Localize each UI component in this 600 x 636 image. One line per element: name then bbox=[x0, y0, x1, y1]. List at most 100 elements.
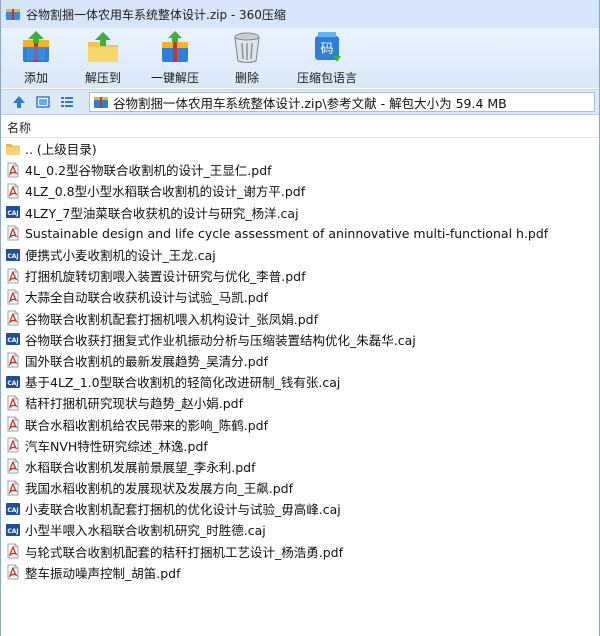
add-archive-icon bbox=[23, 31, 49, 62]
file-name: 大蒜全自动联合收获机设计与试验_马凯.pdf bbox=[25, 290, 268, 306]
file-name: 4LZ_0.8型小型水稻联合收割机的设计_谢方平.pdf bbox=[25, 184, 306, 200]
pdf-file-icon bbox=[7, 416, 19, 432]
extract-to-icon bbox=[88, 32, 118, 62]
file-name: 小麦联合收割机配套打捆机的优化设计与试验_毋高峰.caj bbox=[25, 502, 341, 518]
toolbar: 添加 解压到 一键解压 删除 码 压缩包语言 bbox=[1, 28, 599, 88]
pdf-file-icon bbox=[7, 310, 19, 326]
parent-directory-row[interactable]: .. (上级目录) bbox=[1, 138, 599, 159]
archive-language-icon: 码 bbox=[315, 32, 341, 62]
file-row[interactable]: 联合水稻收割机给农民带来的影响_陈鹤.pdf bbox=[1, 413, 599, 434]
address-bar: 谷物割捆一体农用车系统整体设计.zip\参考文献 - 解包大小为 59.4 MB bbox=[1, 89, 599, 115]
svg-text:CAJ: CAJ bbox=[7, 210, 18, 217]
caj-file-icon: CAJ bbox=[6, 502, 20, 515]
pdf-file-icon bbox=[7, 289, 19, 305]
extract-to-button[interactable]: 解压到 bbox=[73, 28, 133, 86]
folder-icon bbox=[6, 143, 20, 155]
file-name: 秸秆打捆机研究现状与趋势_赵小娟.pdf bbox=[25, 396, 243, 412]
add-button[interactable]: 添加 bbox=[7, 28, 65, 86]
column-header-name[interactable]: 名称 bbox=[7, 119, 31, 136]
file-row[interactable]: 秸秆打捆机研究现状与趋势_赵小娟.pdf bbox=[1, 392, 599, 413]
file-row[interactable]: 4LZ_0.8型小型水稻联合收割机的设计_谢方平.pdf bbox=[1, 180, 599, 201]
file-name: 汽车NVH特性研究综述_林逸.pdf bbox=[25, 438, 208, 454]
file-row[interactable]: 水稻联合收割机发展前景展望_李永利.pdf bbox=[1, 456, 599, 477]
svg-text:CAJ: CAJ bbox=[7, 337, 18, 344]
caj-file-icon: CAJ bbox=[6, 248, 20, 261]
title-bar: 谷物割捆一体农用车系统整体设计.zip - 360压缩 bbox=[1, 0, 599, 28]
file-name: 水稻联合收割机发展前景展望_李永利.pdf bbox=[25, 459, 256, 475]
caj-file-icon: CAJ bbox=[6, 523, 20, 536]
file-name: 基于4LZ_1.0型联合收割机的轻简化改进研制_钱有张.caj bbox=[25, 375, 341, 391]
thumbnail-view-icon bbox=[36, 96, 50, 108]
address-path: 谷物割捆一体农用车系统整体设计.zip\参考文献 - 解包大小为 59.4 MB bbox=[113, 95, 507, 111]
file-name: 我国水稻收割机的发展现状及发展方向_王飙.pdf bbox=[25, 481, 293, 497]
extract-to-label: 解压到 bbox=[84, 71, 121, 85]
archive-language-button[interactable]: 码 压缩包语言 bbox=[289, 28, 365, 86]
pdf-file-icon bbox=[7, 437, 19, 453]
pdf-file-icon bbox=[7, 225, 19, 241]
file-row[interactable]: CAJ 便携式小麦收割机的设计_王龙.caj bbox=[1, 244, 599, 265]
list-view-icon bbox=[61, 97, 73, 107]
file-name: 4L_0.2型谷物联合收割机的设计_王显仁.pdf bbox=[25, 163, 272, 179]
file-name: 整车振动噪声控制_胡笛.pdf bbox=[25, 565, 181, 581]
file-row[interactable]: 整车振动噪声控制_胡笛.pdf bbox=[1, 562, 599, 583]
file-name: .. (上级目录) bbox=[25, 142, 97, 158]
one-click-extract-icon bbox=[162, 31, 188, 62]
file-row[interactable]: CAJ 小型半喂入水稻联合收割机研究_时胜德.caj bbox=[1, 519, 599, 540]
svg-text:CAJ: CAJ bbox=[7, 253, 18, 260]
delete-label: 删除 bbox=[234, 71, 259, 85]
list-view-button[interactable] bbox=[57, 92, 77, 112]
file-row[interactable]: CAJ 谷物联合收获打捆复式作业机振动分析与压缩装置结构优化_朱磊华.caj bbox=[1, 329, 599, 350]
file-name: 联合水稻收割机给农民带来的影响_陈鹤.pdf bbox=[25, 417, 268, 433]
file-row[interactable]: 打捆机旋转切割喂入装置设计研究与优化_李普.pdf bbox=[1, 265, 599, 286]
svg-text:CAJ: CAJ bbox=[7, 507, 18, 514]
one-click-extract-button[interactable]: 一键解压 bbox=[145, 28, 205, 86]
file-name: 打捆机旋转切割喂入装置设计研究与优化_李普.pdf bbox=[25, 269, 306, 285]
file-row[interactable]: Sustainable design and life cycle assess… bbox=[1, 223, 599, 244]
file-row[interactable]: 国外联合收割机的最新发展趋势_吴清分.pdf bbox=[1, 350, 599, 371]
file-row[interactable]: 我国水稻收割机的发展现状及发展方向_王飙.pdf bbox=[1, 477, 599, 498]
file-row[interactable]: CAJ 小麦联合收割机配套打捆机的优化设计与试验_毋高峰.caj bbox=[1, 498, 599, 519]
archive-language-label: 压缩包语言 bbox=[296, 71, 357, 85]
delete-button[interactable]: 删除 bbox=[217, 28, 277, 86]
pdf-file-icon bbox=[7, 458, 19, 474]
file-name: 国外联合收割机的最新发展趋势_吴清分.pdf bbox=[25, 353, 268, 369]
pdf-file-icon bbox=[7, 480, 19, 496]
file-name: Sustainable design and life cycle assess… bbox=[25, 225, 549, 241]
one-click-extract-label: 一键解压 bbox=[150, 71, 199, 85]
pdf-file-icon bbox=[7, 543, 19, 559]
file-name: 与轮式联合收割机配套的秸秆打捆机工艺设计_杨浩勇.pdf bbox=[25, 544, 343, 560]
pdf-file-icon bbox=[7, 183, 19, 199]
file-row[interactable]: 与轮式联合收割机配套的秸秆打捆机工艺设计_杨浩勇.pdf bbox=[1, 541, 599, 562]
pdf-file-icon bbox=[7, 395, 19, 411]
delete-trash-icon bbox=[234, 32, 260, 63]
file-name: 谷物联合收获打捆复式作业机振动分析与压缩装置结构优化_朱磊华.caj bbox=[25, 332, 416, 348]
file-name: 谷物联合收割机配套打捆机喂入机构设计_张凤娟.pdf bbox=[25, 311, 318, 327]
up-level-button[interactable] bbox=[9, 92, 29, 112]
file-name: 4LZY_7型油菜联合收获机的设计与研究_杨洋.caj bbox=[25, 205, 299, 221]
caj-file-icon: CAJ bbox=[6, 333, 20, 346]
file-name: 小型半喂入水稻联合收割机研究_时胜德.caj bbox=[25, 523, 266, 539]
file-row[interactable]: 谷物联合收割机配套打捆机喂入机构设计_张凤娟.pdf bbox=[1, 308, 599, 329]
file-row[interactable]: 汽车NVH特性研究综述_林逸.pdf bbox=[1, 435, 599, 456]
address-path-box[interactable]: 谷物割捆一体农用车系统整体设计.zip\参考文献 - 解包大小为 59.4 MB bbox=[89, 92, 595, 112]
pdf-file-icon bbox=[7, 352, 19, 368]
file-list: .. (上级目录) 4L_0.2型谷物联合收割机的设计_王显仁.pdf 4LZ_0.… bbox=[1, 138, 599, 583]
pdf-file-icon bbox=[7, 268, 19, 284]
archive-app-icon bbox=[6, 9, 20, 20]
file-row[interactable]: 大蒜全自动联合收获机设计与试验_马凯.pdf bbox=[1, 286, 599, 307]
file-row[interactable]: CAJ 基于4LZ_1.0型联合收割机的轻简化改进研制_钱有张.caj bbox=[1, 371, 599, 392]
file-row[interactable]: CAJ 4LZY_7型油菜联合收获机的设计与研究_杨洋.caj bbox=[1, 202, 599, 223]
svg-text:CAJ: CAJ bbox=[7, 380, 18, 387]
arrow-up-icon bbox=[13, 96, 25, 108]
caj-file-icon: CAJ bbox=[6, 375, 20, 388]
language-glyph: 码 bbox=[320, 42, 333, 57]
pdf-file-icon bbox=[7, 564, 19, 580]
column-header: 名称 bbox=[1, 118, 599, 138]
thumbnail-view-button[interactable] bbox=[33, 92, 53, 112]
file-row[interactable]: 4L_0.2型谷物联合收割机的设计_王显仁.pdf bbox=[1, 159, 599, 180]
window-title: 谷物割捆一体农用车系统整体设计.zip - 360压缩 bbox=[26, 7, 286, 22]
archive-window: 谷物割捆一体农用车系统整体设计.zip - 360压缩 添加 解压到 一键解压 … bbox=[0, 0, 600, 636]
svg-text:CAJ: CAJ bbox=[7, 528, 18, 535]
zip-archive-icon bbox=[94, 97, 108, 108]
add-label: 添加 bbox=[23, 71, 48, 85]
